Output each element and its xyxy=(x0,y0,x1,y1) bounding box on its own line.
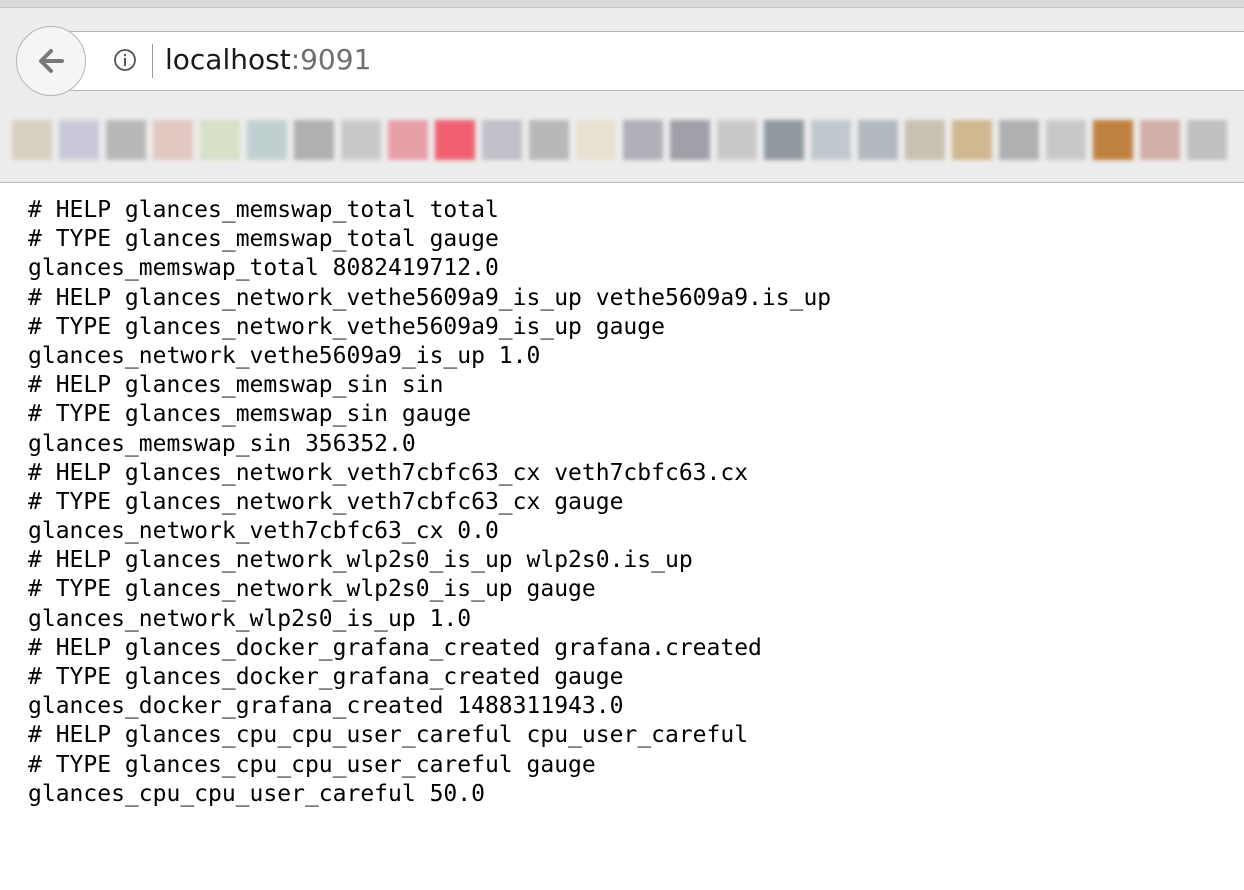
bookmark-item[interactable] xyxy=(858,120,898,160)
bookmark-item[interactable] xyxy=(623,120,663,160)
bookmark-item[interactable] xyxy=(670,120,710,160)
bookmark-item[interactable] xyxy=(1187,120,1227,160)
bookmark-item[interactable] xyxy=(529,120,569,160)
bookmark-item[interactable] xyxy=(764,120,804,160)
metric-line: glances_docker_grafana_created 148831194… xyxy=(28,693,624,720)
back-arrow-icon xyxy=(39,49,64,73)
metric-line: # TYPE glances_cpu_cpu_user_careful gaug… xyxy=(28,751,596,778)
metric-line: # TYPE glances_network_vethe5609a9_is_up… xyxy=(28,313,665,340)
url-text[interactable]: localhost:9091 xyxy=(165,41,371,79)
bookmark-item[interactable] xyxy=(153,120,193,160)
bookmark-item[interactable] xyxy=(811,120,851,160)
metric-line: # TYPE glances_memswap_total gauge xyxy=(28,226,499,253)
bookmark-item[interactable] xyxy=(1140,120,1180,160)
metric-line: glances_cpu_cpu_user_careful 50.0 xyxy=(28,780,485,807)
metric-line: glances_network_wlp2s0_is_up 1.0 xyxy=(28,605,472,632)
bookmark-item[interactable] xyxy=(200,120,240,160)
bookmark-item[interactable] xyxy=(1046,120,1086,160)
browser-toolbar: localhost:9091 xyxy=(0,0,1244,183)
metric-line: # HELP glances_memswap_total total xyxy=(28,197,499,223)
metric-line: # HELP glances_cpu_cpu_user_careful cpu_… xyxy=(28,722,749,749)
bookmark-item[interactable] xyxy=(59,120,99,160)
metric-line: # TYPE glances_docker_grafana_created ga… xyxy=(28,664,624,690)
metric-line: # TYPE glances_network_veth7cbfc63_cx ga… xyxy=(28,488,624,515)
bookmarks-bar xyxy=(0,106,1244,176)
window-top-edge xyxy=(0,0,1244,8)
url-port: :9091 xyxy=(290,43,372,76)
metric-line: # HELP glances_network_veth7cbfc63_cx ve… xyxy=(28,459,749,486)
metric-line: # HELP glances_network_wlp2s0_is_up wlp2… xyxy=(28,547,693,574)
info-icon[interactable] xyxy=(112,47,138,73)
bookmark-item[interactable] xyxy=(905,120,945,160)
metric-line: # HELP glances_docker_grafana_created gr… xyxy=(28,634,762,661)
back-button[interactable] xyxy=(16,26,86,96)
bookmark-item[interactable] xyxy=(952,120,992,160)
metric-line: # TYPE glances_network_wlp2s0_is_up gaug… xyxy=(28,576,596,603)
bookmark-item[interactable] xyxy=(1093,120,1133,160)
metric-line: glances_memswap_total 8082419712.0 xyxy=(28,255,499,282)
page-content: # HELP glances_memswap_total total # TYPE… xyxy=(28,196,1238,890)
url-host: localhost xyxy=(165,43,291,76)
metric-line: glances_memswap_sin 356352.0 xyxy=(28,430,416,457)
metric-line: glances_network_vethe5609a9_is_up 1.0 xyxy=(28,342,541,369)
bookmark-item[interactable] xyxy=(482,120,522,160)
bookmark-item[interactable] xyxy=(106,120,146,160)
bookmark-item[interactable] xyxy=(717,120,757,160)
bookmark-item[interactable] xyxy=(294,120,334,160)
bookmark-item[interactable] xyxy=(435,120,475,160)
bookmark-item[interactable] xyxy=(576,120,616,160)
bookmark-item[interactable] xyxy=(247,120,287,160)
metric-line: # HELP glances_network_vethe5609a9_is_up… xyxy=(28,284,832,311)
metric-line: # TYPE glances_memswap_sin gauge xyxy=(28,401,472,428)
bookmark-item[interactable] xyxy=(388,120,428,160)
metric-line: glances_network_veth7cbfc63_cx 0.0 xyxy=(28,518,499,545)
bookmark-item[interactable] xyxy=(341,120,381,160)
url-separator xyxy=(152,44,153,78)
metric-line: # HELP glances_memswap_sin sin xyxy=(28,372,444,399)
bookmark-item[interactable] xyxy=(12,120,52,160)
bookmark-item[interactable] xyxy=(999,120,1039,160)
